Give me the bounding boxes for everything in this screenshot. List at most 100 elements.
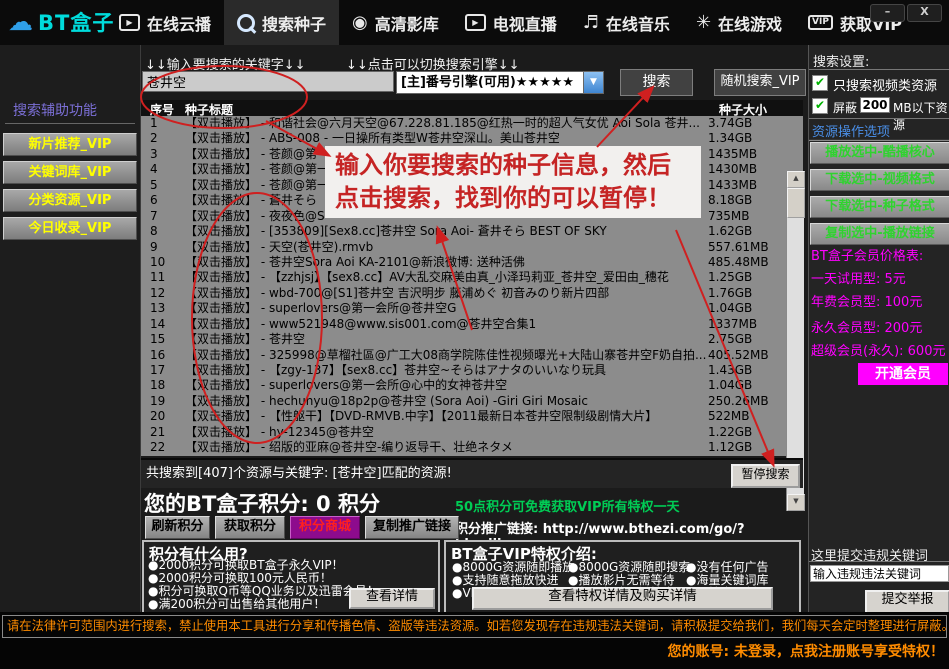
submit-report-button[interactable]: 提交举报: [865, 590, 949, 614]
table-row[interactable]: 18【双击播放】 - superlovers@第一会所@心中的女神苍井空1.04…: [141, 378, 803, 393]
op-button-3[interactable]: 下载选中-种子格式: [810, 196, 949, 218]
close-button[interactable]: X: [907, 4, 942, 22]
table-row[interactable]: 22【双击播放】 - 绍版的亚麻@苍井空-编り返导干、壮绝ネタメ1.12GB: [141, 440, 803, 455]
sidebar-item-1[interactable]: 新片推荐_VIP: [3, 133, 137, 156]
table-row[interactable]: 21【双击播放】 - hy-12345@苍井空1.22GB: [141, 425, 803, 440]
points-button-1[interactable]: 刷新积分: [145, 516, 210, 539]
search-keyword-input[interactable]: [142, 71, 394, 92]
row-size: 735MB: [708, 209, 750, 224]
row-title: 【双击播放】 - www521948@www.sis001.com@苍井空合集1: [185, 317, 708, 332]
points-button-2[interactable]: 获取积分: [215, 516, 285, 539]
app-logo: ☁ BT盒子: [8, 7, 114, 37]
points-button-3[interactable]: 积分商城: [290, 516, 360, 539]
tab-label: 搜索种子: [262, 11, 326, 35]
left-sidebar-header: 搜索辅助功能: [5, 100, 135, 124]
magnifier-icon: [237, 14, 255, 32]
tab-label: 在线云播: [147, 11, 211, 35]
sidebar-item-4[interactable]: 今日收录_VIP: [3, 217, 137, 240]
table-row[interactable]: 15【双击播放】 - 苍井空2.75GB: [141, 332, 803, 347]
row-title: 【双击播放】 - 绍版的亚麻@苍井空-编り返导干、壮绝ネタメ: [185, 440, 708, 455]
row-size: 1.04GB: [708, 378, 752, 393]
scroll-up-icon[interactable]: ▲: [787, 171, 805, 188]
random-search-vip-button[interactable]: 随机搜索_VIP: [714, 69, 806, 96]
row-number: 18: [141, 378, 185, 393]
scrollbar-thumb[interactable]: [787, 188, 805, 218]
tab-online-games[interactable]: ✳ 在线游戏: [683, 0, 795, 45]
engine-dropdown[interactable]: [主]番号引擎(可用)★★★★★ ▼: [396, 71, 604, 94]
report-keyword-input[interactable]: [810, 565, 949, 582]
row-size: 1.43GB: [708, 363, 752, 378]
row-number: 11: [141, 270, 185, 285]
row-title: 【双击播放】 - superlovers@第一会所@苍井空G: [185, 301, 708, 316]
points-detail-button[interactable]: 查看详情: [349, 588, 435, 609]
annotation-overlay: 输入你要搜索的种子信息，然后 点击搜索，找到你的可以暂停！: [325, 146, 701, 218]
row-size: 1430MB: [708, 162, 757, 177]
vip-info-box: BT盒子VIP特权介绍: ●8000G资源随即播放●8000G资源随即搜索●没有…: [444, 540, 801, 614]
op-button-4[interactable]: 复制选中-播放链接: [810, 223, 949, 245]
row-title: 【双击播放】 - 天空(苍井空).rmvb: [185, 240, 708, 255]
sidebar-item-3[interactable]: 分类资源_VIP: [3, 189, 137, 212]
row-number: 2: [141, 131, 185, 146]
tab-label: 在线游戏: [718, 11, 782, 35]
points-box-items: ●2000积分可换取BT盒子永久VIP！●2000积分可换取100元人民币！●积…: [148, 559, 379, 611]
divider: [809, 118, 949, 119]
table-row[interactable]: 13【双击播放】 - superlovers@第一会所@苍井空G1.04GB: [141, 301, 803, 316]
row-title: 【双击播放】 - 【性躯干】【DVD-RMVB.中字】【2011最新日本苍井空限…: [185, 409, 708, 424]
row-size: 1435MB: [708, 147, 757, 162]
table-row[interactable]: 8【双击播放】 - [353809][Sex8.cc]苍井空 Sora Aoi-…: [141, 224, 803, 239]
table-row[interactable]: 9【双击播放】 - 天空(苍井空).rmvb557.61MB: [141, 240, 803, 255]
row-number: 5: [141, 178, 185, 193]
block-size-input[interactable]: [860, 97, 890, 113]
table-row[interactable]: 2【双击播放】 - ABS-008 - 一日操所有类型W苍井空深山。美山苍井空1…: [141, 131, 803, 146]
left-sidebar: 搜索辅助功能 新片推荐_VIP 关键词库_VIP 分类资源_VIP 今日收录_VIP: [0, 45, 141, 612]
row-title: 【双击播放】 - superlovers@第一会所@心中的女神苍井空: [185, 378, 708, 393]
table-row[interactable]: 10【双击播放】 - 苍井空Sora Aoi KA-2101@新浪微博: 送种活…: [141, 255, 803, 270]
search-status-bar: 共搜索到[407]个资源与关键字: [苍井空]匹配的资源! 暂停搜索: [141, 458, 803, 488]
chevron-down-icon[interactable]: ▼: [583, 72, 603, 93]
row-number: 16: [141, 348, 185, 363]
price-line-3: 永久会员型: 200元: [811, 317, 922, 336]
open-vip-button[interactable]: 开通会员: [858, 363, 948, 385]
tab-tv-live[interactable]: ▶电视直播: [452, 0, 570, 45]
table-row[interactable]: 1【双击播放】 - 和谐社会@六月天空@67.228.81.185@红热一时的超…: [141, 116, 803, 131]
search-button[interactable]: 搜索: [620, 69, 693, 96]
tab-online-music[interactable]: ♬在线音乐: [570, 0, 683, 45]
row-size: 2.75GB: [708, 332, 752, 347]
resource-ops-header[interactable]: 资源操作选项: [812, 121, 890, 140]
play-box-icon: ▶: [119, 14, 140, 31]
row-title: 【双击播放】 - [353809][Sex8.cc]苍井空 Sora Aoi- …: [185, 224, 708, 239]
scroll-down-icon[interactable]: ▼: [787, 494, 805, 511]
row-size: 250.26MB: [708, 394, 769, 409]
points-box-item: ●2000积分可换取100元人民币！: [148, 572, 379, 585]
pause-search-button[interactable]: 暂停搜索: [731, 464, 800, 488]
video-only-checkbox[interactable]: ✔: [812, 75, 828, 91]
table-row[interactable]: 11【双击播放】 - 【zzhjsj】【sex8.cc】AV大乱交麻美由真_小泽…: [141, 270, 803, 285]
minimize-button[interactable]: –: [870, 4, 905, 22]
row-number: 3: [141, 147, 185, 162]
op-button-2[interactable]: 下载选中-视频格式: [810, 169, 949, 191]
sidebar-item-2[interactable]: 关键词库_VIP: [3, 161, 137, 184]
tab-search-torrent[interactable]: 搜索种子: [224, 0, 339, 45]
table-row[interactable]: 14【双击播放】 - www521948@www.sis001.com@苍井空合…: [141, 317, 803, 332]
row-title: 【双击播放】 - 【zzhjsj】【sex8.cc】AV大乱交麻美由真_小泽玛莉…: [185, 270, 708, 285]
row-title: 【双击播放】 - 苍井空: [185, 332, 708, 347]
tab-online-cloud-play[interactable]: ▶ 在线云播: [106, 0, 224, 45]
table-row[interactable]: 17【双击播放】 - 【zgy-137】【sex8.cc】苍井空~そらはアナタの…: [141, 363, 803, 378]
op-button-1[interactable]: 播放选中-酷播核心: [810, 142, 949, 164]
block-size-suffix: MB以下资源: [893, 99, 949, 133]
block-size-prefix: 屏蔽: [833, 99, 857, 116]
table-row[interactable]: 19【双击播放】 - hechunyu@18p2p@苍井空 (Sora Aoi)…: [141, 394, 803, 409]
table-row[interactable]: 20【双击播放】 - 【性躯干】【DVD-RMVB.中字】【2011最新日本苍井…: [141, 409, 803, 424]
tab-hd-library[interactable]: ◉高清影库: [339, 0, 452, 45]
vip-detail-button[interactable]: 查看特权详情及购买详情: [472, 587, 773, 610]
points-button-4[interactable]: 复制推广链接: [365, 516, 459, 539]
table-row[interactable]: 16【双击播放】 - 325998@草榴社區@广工大08商学院陈佳性视频曝光+大…: [141, 348, 803, 363]
points-buttons: 刷新积分获取积分积分商城复制推广链接: [141, 516, 601, 537]
titlebar: ☁ BT盒子 ▶在线云播搜索种子◉高清影库▶电视直播♬在线音乐✳在线游戏VIP获…: [0, 0, 949, 45]
tab-label: 在线音乐: [606, 11, 670, 35]
row-size: 557.61MB: [708, 240, 769, 255]
pinwheel-icon: ✳: [696, 14, 711, 32]
account-status-link[interactable]: 您的账号: 未登录，点我注册账号享受特权！: [668, 641, 944, 661]
block-size-checkbox[interactable]: ✔: [812, 98, 828, 114]
table-row[interactable]: 12【双击播放】 - wbd-700@[S1]苍井空 吉沢明步 藤浦めぐ 初音み…: [141, 286, 803, 301]
